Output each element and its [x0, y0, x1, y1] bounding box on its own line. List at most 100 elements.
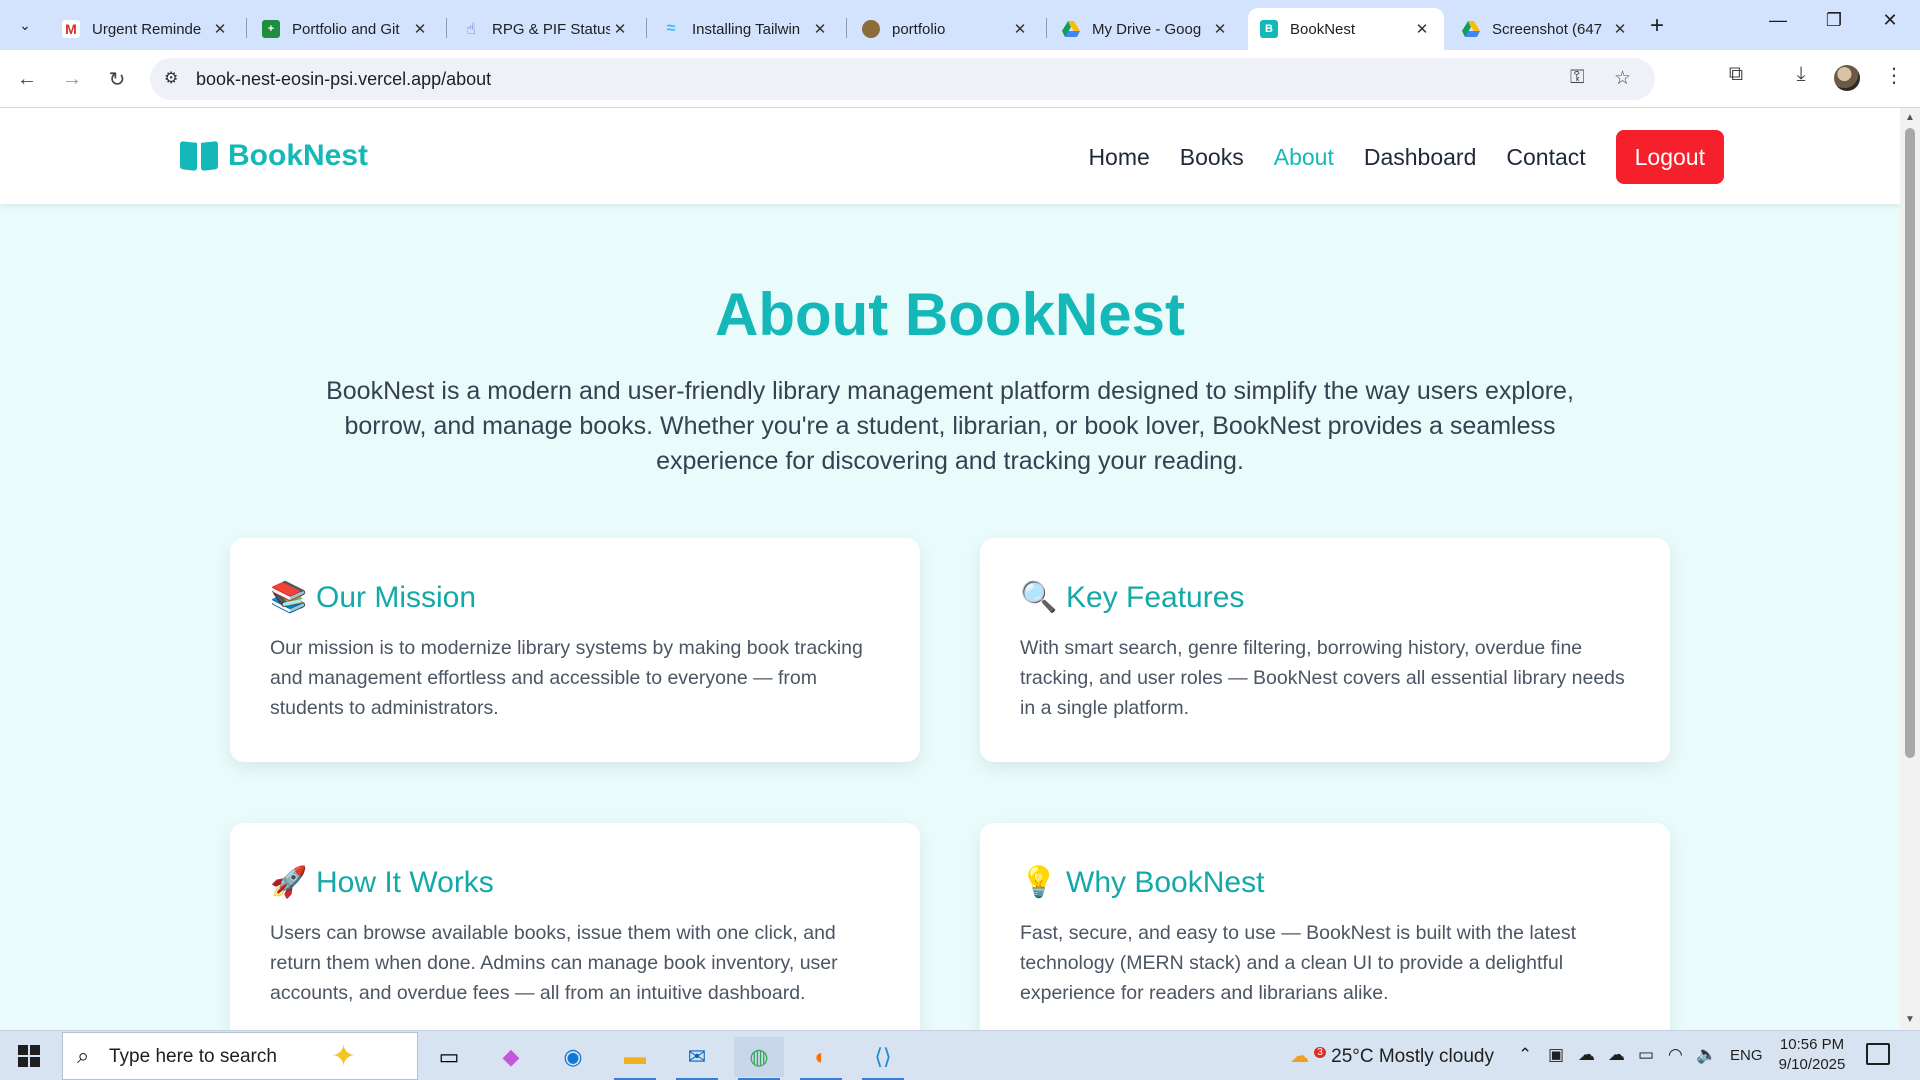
- close-tab-icon[interactable]: ✕: [1412, 20, 1432, 38]
- nav-home[interactable]: Home: [1088, 144, 1149, 171]
- minimize-icon[interactable]: —: [1758, 10, 1798, 31]
- address-bar[interactable]: ⚙ book-nest-eosin-psi.vercel.app/about ⚿…: [150, 58, 1655, 100]
- file-explorer-icon[interactable]: ▬: [610, 1037, 660, 1080]
- restore-icon[interactable]: ❐: [1814, 10, 1854, 31]
- download-icon[interactable]: ⤓: [1785, 63, 1817, 86]
- tab-strip: ⌄ M Urgent Reminde ✕ + Portfolio and Git…: [0, 0, 1920, 50]
- brand-logo[interactable]: BookNest: [180, 139, 368, 173]
- tab-portfolio-git[interactable]: + Portfolio and Git ✕: [250, 8, 442, 50]
- clock-time: 10:56 PM: [1779, 1036, 1845, 1053]
- close-window-icon[interactable]: ✕: [1870, 10, 1910, 31]
- avatar[interactable]: [1834, 65, 1860, 91]
- tab-portfolio[interactable]: portfolio ✕: [850, 8, 1042, 50]
- taskbar: ⌕ Type here to search ✦ ▭ ◆ ◉ ▬ ✉ ◍ ◐ ⟨⟩…: [0, 1030, 1920, 1080]
- magnifier-icon: 🔍: [1020, 581, 1058, 614]
- scroll-up-icon[interactable]: ▲: [1905, 112, 1915, 123]
- wifi-icon[interactable]: ◠: [1668, 1045, 1683, 1065]
- card-key-features: 🔍 Key Features With smart search, genre f…: [980, 538, 1670, 762]
- sparkle-icon: ✦: [331, 1040, 357, 1073]
- search-icon: ⌕: [77, 1043, 90, 1068]
- new-tab-icon[interactable]: +: [1650, 12, 1664, 40]
- portfolio-icon: [862, 20, 880, 38]
- tab-booknest[interactable]: B BookNest ✕: [1248, 8, 1444, 50]
- lightbulb-icon: 💡: [1020, 866, 1058, 899]
- close-tab-icon[interactable]: ✕: [610, 20, 630, 38]
- site-info-icon[interactable]: ⚙: [164, 68, 178, 88]
- tab-urgent-reminder[interactable]: M Urgent Reminde ✕: [50, 8, 242, 50]
- forward-icon[interactable]: →: [55, 62, 89, 96]
- tab-installing-tailwind[interactable]: ≈ Installing Tailwin ✕: [650, 8, 842, 50]
- bookmark-star-icon[interactable]: ☆: [1614, 67, 1631, 90]
- scrollbar-thumb[interactable]: [1905, 128, 1915, 758]
- reload-icon[interactable]: ↻: [100, 62, 134, 96]
- card-heading: Our Mission: [316, 580, 477, 614]
- task-view-icon[interactable]: ▭: [424, 1037, 474, 1077]
- card-text: Users can browse available books, issue …: [270, 922, 838, 1004]
- rocket-icon: 🚀: [270, 866, 308, 899]
- edge-icon[interactable]: ◉: [548, 1037, 598, 1077]
- vscode-icon[interactable]: ⟨⟩: [858, 1037, 908, 1080]
- close-tab-icon[interactable]: ✕: [810, 20, 830, 38]
- booknest-favicon: B: [1260, 20, 1278, 38]
- page-viewport: BookNest Home Books About Dashboard Cont…: [0, 108, 1900, 1030]
- battery-icon[interactable]: ▭: [1638, 1045, 1654, 1065]
- sheets-icon: +: [262, 20, 280, 38]
- drive-icon: [1062, 20, 1080, 38]
- nav-contact[interactable]: Contact: [1506, 144, 1585, 171]
- menu-dots-icon[interactable]: ⋮: [1878, 63, 1910, 88]
- scroll-down-icon[interactable]: ▼: [1905, 1014, 1915, 1025]
- page-scrollbar[interactable]: ▲ ▼: [1900, 108, 1920, 1030]
- card-our-mission: 📚 Our Mission Our mission is to modernize…: [230, 538, 920, 762]
- password-key-icon[interactable]: ⚿: [1570, 67, 1584, 89]
- card-text: Fast, secure, and easy to use — BookNest…: [1020, 922, 1577, 1004]
- extensions-icon[interactable]: ⧉: [1720, 63, 1752, 86]
- tab-screenshot[interactable]: Screenshot (647 ✕: [1450, 8, 1642, 50]
- card-how-it-works: 🚀 How It Works Users can browse available…: [230, 823, 920, 1030]
- back-icon[interactable]: ←: [10, 62, 44, 96]
- url-text[interactable]: book-nest-eosin-psi.vercel.app/about: [196, 69, 491, 90]
- gmail-icon: M: [62, 20, 80, 38]
- card-why-booknest: 💡 Why BookNest Fast, secure, and easy to …: [980, 823, 1670, 1030]
- card-text: With smart search, genre filtering, borr…: [1020, 637, 1625, 719]
- volume-icon[interactable]: 🔈: [1696, 1045, 1717, 1065]
- close-tab-icon[interactable]: ✕: [1210, 20, 1230, 38]
- firefox-icon[interactable]: ◐: [796, 1037, 846, 1080]
- close-tab-icon[interactable]: ✕: [1610, 20, 1630, 38]
- site-nav-links: Home Books About Dashboard Contact Logou…: [1058, 130, 1724, 184]
- page-description: BookNest is a modern and user-friendly l…: [326, 377, 1574, 475]
- open-book-icon: [180, 140, 218, 172]
- hand-icon: ☝: [466, 21, 476, 38]
- card-heading: Key Features: [1066, 580, 1245, 614]
- weather-widget[interactable]: ☁ 3 25°C Mostly cloudy: [1290, 1045, 1494, 1068]
- close-tab-icon[interactable]: ✕: [1010, 20, 1030, 38]
- tray-chevron-icon[interactable]: ⌃: [1518, 1045, 1532, 1065]
- site-navbar: BookNest Home Books About Dashboard Cont…: [0, 108, 1900, 204]
- notification-icon[interactable]: [1866, 1043, 1890, 1065]
- language-indicator[interactable]: ENG: [1730, 1047, 1763, 1064]
- close-tab-icon[interactable]: ✕: [210, 20, 230, 38]
- taskbar-clock[interactable]: 10:56 PM 9/10/2025: [1770, 1035, 1854, 1075]
- meet-icon[interactable]: ▣: [1548, 1045, 1564, 1065]
- copilot-icon[interactable]: ◆: [486, 1037, 536, 1077]
- nav-dashboard[interactable]: Dashboard: [1364, 144, 1477, 171]
- outlook-icon[interactable]: ✉: [672, 1037, 722, 1080]
- onedrive-sync-icon[interactable]: ☁: [1608, 1045, 1625, 1065]
- nav-about[interactable]: About: [1274, 144, 1334, 171]
- clock-date: 9/10/2025: [1778, 1056, 1846, 1073]
- tab-search-button[interactable]: ⌄: [8, 10, 42, 40]
- onedrive-icon[interactable]: ☁: [1578, 1045, 1595, 1065]
- windows-start-icon[interactable]: [10, 1043, 50, 1071]
- tab-my-drive[interactable]: My Drive - Goog ✕: [1050, 8, 1242, 50]
- chevron-down-icon: ⌄: [19, 16, 31, 33]
- logout-button[interactable]: Logout: [1615, 130, 1724, 184]
- taskbar-search-input[interactable]: ⌕ Type here to search ✦: [62, 1032, 418, 1080]
- books-icon: 📚: [270, 581, 308, 614]
- chrome-icon[interactable]: ◍: [734, 1037, 784, 1080]
- weather-badge: 3: [1314, 1046, 1326, 1058]
- page-title: About BookNest: [715, 281, 1185, 348]
- tab-rpg-pif[interactable]: ☝ RPG & PIF Status ✕: [450, 8, 642, 50]
- nav-books[interactable]: Books: [1180, 144, 1244, 171]
- close-tab-icon[interactable]: ✕: [410, 20, 430, 38]
- cloud-sun-icon: ☁: [1290, 1046, 1309, 1067]
- card-heading: Why BookNest: [1066, 865, 1265, 899]
